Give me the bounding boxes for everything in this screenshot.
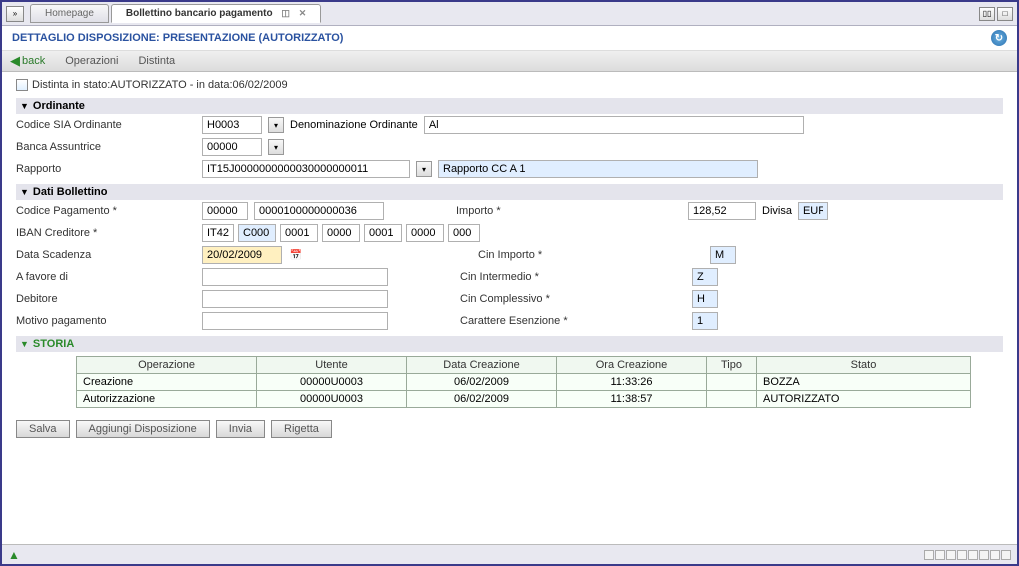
lookup-icon[interactable]: ▾: [416, 161, 432, 177]
iban-seg-3[interactable]: [322, 224, 360, 242]
col-stato: Stato: [757, 357, 971, 374]
label-divisa: Divisa: [762, 205, 792, 217]
label-cin-importo: Cin Importo *: [478, 249, 638, 261]
denominazione-field[interactable]: [424, 116, 804, 134]
label-rapporto: Rapporto: [16, 163, 196, 175]
section-title: Dati Bollettino: [33, 186, 108, 198]
aggiungi-button[interactable]: Aggiungi Disposizione: [76, 420, 210, 438]
refresh-icon[interactable]: ↻: [991, 30, 1007, 46]
invia-button[interactable]: Invia: [216, 420, 265, 438]
label-banca: Banca Assuntrice: [16, 141, 196, 153]
iban-seg-2[interactable]: [280, 224, 318, 242]
status-indicator-icon[interactable]: ▲: [8, 548, 20, 562]
col-data-creazione: Data Creazione: [407, 357, 557, 374]
rigetta-button[interactable]: Rigetta: [271, 420, 332, 438]
status-line: Distinta in stato:AUTORIZZATO - in data:…: [16, 76, 1003, 94]
label-cin-complessivo: Cin Complessivo *: [460, 293, 620, 305]
lookup-icon[interactable]: ▾: [268, 117, 284, 133]
rapporto-desc-field[interactable]: [438, 160, 758, 178]
back-button[interactable]: ◀ back: [10, 53, 45, 69]
status-grid-icon: [924, 550, 1011, 560]
tab-pin-icon[interactable]: ◫: [281, 8, 290, 18]
label-importo: Importo *: [456, 205, 546, 217]
label-favore: A favore di: [16, 271, 196, 283]
page-title: DETTAGLIO DISPOSIZIONE: PRESENTAZIONE (A…: [12, 32, 343, 44]
label-debitore: Debitore: [16, 293, 196, 305]
label-esenzione: Carattere Esenzione *: [460, 315, 620, 327]
app-frame: » Homepage Bollettino bancario pagamento…: [0, 0, 1019, 566]
debitore-field[interactable]: [202, 290, 388, 308]
section-ordinante-header[interactable]: ▼ Ordinante: [16, 98, 1003, 114]
label-codice-sia: Codice SIA Ordinante: [16, 119, 196, 131]
col-ora-creazione: Ora Creazione: [557, 357, 707, 374]
window-max-icon[interactable]: □: [997, 7, 1013, 21]
tab-label: Homepage: [45, 8, 94, 19]
iban-seg-0[interactable]: [202, 224, 234, 242]
cin-intermedio-field[interactable]: [692, 268, 718, 286]
scadenza-field[interactable]: [202, 246, 282, 264]
label-iban: IBAN Creditore *: [16, 227, 196, 239]
esenzione-field[interactable]: [692, 312, 718, 330]
codice-sia-field[interactable]: [202, 116, 262, 134]
importo-field[interactable]: [688, 202, 756, 220]
calendar-icon[interactable]: 📅: [288, 247, 304, 263]
status-text: Distinta in stato:AUTORIZZATO - in data:…: [32, 79, 288, 91]
status-bar: ▲: [2, 544, 1017, 564]
label-cin-intermedio: Cin Intermedio *: [460, 271, 620, 283]
salva-button[interactable]: Salva: [16, 420, 70, 438]
col-tipo: Tipo: [707, 357, 757, 374]
section-title: Ordinante: [33, 100, 85, 112]
back-label: back: [22, 55, 45, 67]
col-operazione: Operazione: [77, 357, 257, 374]
tab-bar: » Homepage Bollettino bancario pagamento…: [2, 2, 1017, 26]
motivo-field[interactable]: [202, 312, 388, 330]
iban-seg-5[interactable]: [406, 224, 444, 242]
label-scadenza: Data Scadenza: [16, 249, 196, 261]
section-bollettino-header[interactable]: ▼ Dati Bollettino: [16, 184, 1003, 200]
codice-pag-a-field[interactable]: [202, 202, 248, 220]
tab-label: Bollettino bancario pagamento: [126, 8, 273, 19]
storia-table: Operazione Utente Data Creazione Ora Cre…: [76, 356, 971, 408]
content-area: Distinta in stato:AUTORIZZATO - in data:…: [2, 72, 1017, 540]
label-motivo: Motivo pagamento: [16, 315, 196, 327]
section-storia-header[interactable]: ▼ STORIA: [16, 336, 1003, 352]
collapse-icon: ▼: [20, 101, 29, 111]
lookup-icon[interactable]: ▾: [268, 139, 284, 155]
codice-pag-b-field[interactable]: [254, 202, 384, 220]
collapse-icon: ▼: [20, 339, 29, 349]
expand-tabs-icon[interactable]: »: [6, 6, 24, 22]
cin-importo-field[interactable]: [710, 246, 736, 264]
toolbar: ◀ back Operazioni Distinta: [2, 51, 1017, 72]
table-row[interactable]: Creazione 00000U0003 06/02/2009 11:33:26…: [77, 374, 971, 391]
iban-group: [202, 224, 480, 242]
page-title-bar: DETTAGLIO DISPOSIZIONE: PRESENTAZIONE (A…: [2, 26, 1017, 51]
table-row[interactable]: Autorizzazione 00000U0003 06/02/2009 11:…: [77, 391, 971, 408]
window-cascade-icon[interactable]: ▯▯: [979, 7, 995, 21]
rapporto-field[interactable]: [202, 160, 410, 178]
iban-seg-4[interactable]: [364, 224, 402, 242]
document-icon: [16, 79, 28, 91]
section-title: STORIA: [33, 338, 74, 350]
favore-field[interactable]: [202, 268, 388, 286]
tab-bollettino[interactable]: Bollettino bancario pagamento ◫ ✕: [111, 4, 321, 23]
iban-seg-6[interactable]: [448, 224, 480, 242]
collapse-icon: ▼: [20, 187, 29, 197]
iban-seg-1[interactable]: [238, 224, 276, 242]
col-utente: Utente: [257, 357, 407, 374]
table-header-row: Operazione Utente Data Creazione Ora Cre…: [77, 357, 971, 374]
label-codice-pagamento: Codice Pagamento *: [16, 205, 196, 217]
cin-compl-field[interactable]: [692, 290, 718, 308]
tab-homepage[interactable]: Homepage: [30, 4, 109, 23]
label-denominazione: Denominazione Ordinante: [290, 119, 418, 131]
menu-operazioni[interactable]: Operazioni: [65, 55, 118, 67]
menu-distinta[interactable]: Distinta: [138, 55, 175, 67]
back-arrow-icon: ◀: [10, 53, 20, 69]
divisa-field[interactable]: [798, 202, 828, 220]
close-icon[interactable]: ✕: [299, 8, 307, 18]
banca-field[interactable]: [202, 138, 262, 156]
